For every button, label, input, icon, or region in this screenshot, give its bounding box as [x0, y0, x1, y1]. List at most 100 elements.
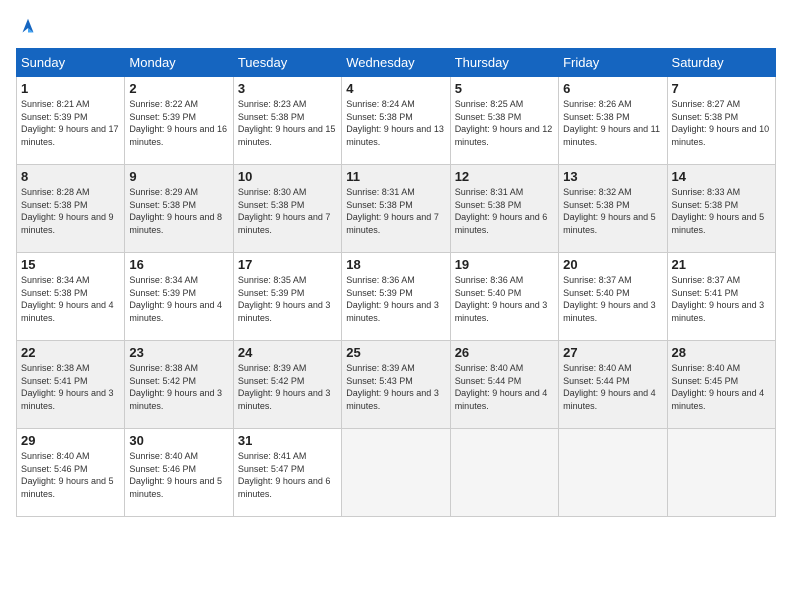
- day-info: Sunrise: 8:36 AM Sunset: 5:39 PM Dayligh…: [346, 274, 445, 324]
- calendar-cell: 27 Sunrise: 8:40 AM Sunset: 5:44 PM Dayl…: [559, 341, 667, 429]
- day-number: 15: [21, 257, 120, 272]
- day-number: 6: [563, 81, 662, 96]
- day-info: Sunrise: 8:24 AM Sunset: 5:38 PM Dayligh…: [346, 98, 445, 148]
- calendar-cell: [450, 429, 558, 517]
- day-info: Sunrise: 8:41 AM Sunset: 5:47 PM Dayligh…: [238, 450, 337, 500]
- day-number: 25: [346, 345, 445, 360]
- day-number: 5: [455, 81, 554, 96]
- day-number: 16: [129, 257, 228, 272]
- calendar-cell: 5 Sunrise: 8:25 AM Sunset: 5:38 PM Dayli…: [450, 77, 558, 165]
- calendar-cell: 20 Sunrise: 8:37 AM Sunset: 5:40 PM Dayl…: [559, 253, 667, 341]
- calendar-cell: 13 Sunrise: 8:32 AM Sunset: 5:38 PM Dayl…: [559, 165, 667, 253]
- day-number: 14: [672, 169, 771, 184]
- day-number: 19: [455, 257, 554, 272]
- page-container: SundayMondayTuesdayWednesdayThursdayFrid…: [0, 0, 792, 525]
- day-info: Sunrise: 8:23 AM Sunset: 5:38 PM Dayligh…: [238, 98, 337, 148]
- calendar-week-row: 15 Sunrise: 8:34 AM Sunset: 5:38 PM Dayl…: [17, 253, 776, 341]
- calendar-cell: 26 Sunrise: 8:40 AM Sunset: 5:44 PM Dayl…: [450, 341, 558, 429]
- calendar-cell: 1 Sunrise: 8:21 AM Sunset: 5:39 PM Dayli…: [17, 77, 125, 165]
- day-number: 8: [21, 169, 120, 184]
- calendar-cell: 24 Sunrise: 8:39 AM Sunset: 5:42 PM Dayl…: [233, 341, 341, 429]
- calendar-cell: 7 Sunrise: 8:27 AM Sunset: 5:38 PM Dayli…: [667, 77, 775, 165]
- calendar-week-row: 1 Sunrise: 8:21 AM Sunset: 5:39 PM Dayli…: [17, 77, 776, 165]
- day-info: Sunrise: 8:31 AM Sunset: 5:38 PM Dayligh…: [346, 186, 445, 236]
- day-info: Sunrise: 8:36 AM Sunset: 5:40 PM Dayligh…: [455, 274, 554, 324]
- day-info: Sunrise: 8:32 AM Sunset: 5:38 PM Dayligh…: [563, 186, 662, 236]
- day-number: 31: [238, 433, 337, 448]
- header: [16, 16, 776, 36]
- day-number: 29: [21, 433, 120, 448]
- day-info: Sunrise: 8:40 AM Sunset: 5:46 PM Dayligh…: [129, 450, 228, 500]
- day-info: Sunrise: 8:30 AM Sunset: 5:38 PM Dayligh…: [238, 186, 337, 236]
- day-info: Sunrise: 8:39 AM Sunset: 5:42 PM Dayligh…: [238, 362, 337, 412]
- day-number: 13: [563, 169, 662, 184]
- day-number: 12: [455, 169, 554, 184]
- day-number: 11: [346, 169, 445, 184]
- day-number: 10: [238, 169, 337, 184]
- calendar-cell: 14 Sunrise: 8:33 AM Sunset: 5:38 PM Dayl…: [667, 165, 775, 253]
- logo-icon: [17, 16, 39, 38]
- calendar-week-row: 8 Sunrise: 8:28 AM Sunset: 5:38 PM Dayli…: [17, 165, 776, 253]
- calendar-cell: 19 Sunrise: 8:36 AM Sunset: 5:40 PM Dayl…: [450, 253, 558, 341]
- day-number: 22: [21, 345, 120, 360]
- calendar-cell: [342, 429, 450, 517]
- calendar-cell: 17 Sunrise: 8:35 AM Sunset: 5:39 PM Dayl…: [233, 253, 341, 341]
- day-number: 30: [129, 433, 228, 448]
- logo: [16, 16, 40, 36]
- day-info: Sunrise: 8:38 AM Sunset: 5:41 PM Dayligh…: [21, 362, 120, 412]
- calendar-cell: 25 Sunrise: 8:39 AM Sunset: 5:43 PM Dayl…: [342, 341, 450, 429]
- day-number: 23: [129, 345, 228, 360]
- day-number: 3: [238, 81, 337, 96]
- day-info: Sunrise: 8:28 AM Sunset: 5:38 PM Dayligh…: [21, 186, 120, 236]
- day-info: Sunrise: 8:31 AM Sunset: 5:38 PM Dayligh…: [455, 186, 554, 236]
- day-number: 4: [346, 81, 445, 96]
- calendar-cell: 18 Sunrise: 8:36 AM Sunset: 5:39 PM Dayl…: [342, 253, 450, 341]
- calendar-week-row: 29 Sunrise: 8:40 AM Sunset: 5:46 PM Dayl…: [17, 429, 776, 517]
- calendar-cell: 28 Sunrise: 8:40 AM Sunset: 5:45 PM Dayl…: [667, 341, 775, 429]
- weekday-header-monday: Monday: [125, 49, 233, 77]
- day-number: 18: [346, 257, 445, 272]
- day-number: 27: [563, 345, 662, 360]
- calendar-cell: 22 Sunrise: 8:38 AM Sunset: 5:41 PM Dayl…: [17, 341, 125, 429]
- weekday-header-sunday: Sunday: [17, 49, 125, 77]
- day-number: 7: [672, 81, 771, 96]
- day-info: Sunrise: 8:21 AM Sunset: 5:39 PM Dayligh…: [21, 98, 120, 148]
- day-info: Sunrise: 8:29 AM Sunset: 5:38 PM Dayligh…: [129, 186, 228, 236]
- calendar-cell: 4 Sunrise: 8:24 AM Sunset: 5:38 PM Dayli…: [342, 77, 450, 165]
- day-number: 20: [563, 257, 662, 272]
- day-info: Sunrise: 8:37 AM Sunset: 5:40 PM Dayligh…: [563, 274, 662, 324]
- day-info: Sunrise: 8:40 AM Sunset: 5:44 PM Dayligh…: [563, 362, 662, 412]
- calendar-table: SundayMondayTuesdayWednesdayThursdayFrid…: [16, 48, 776, 517]
- weekday-header-friday: Friday: [559, 49, 667, 77]
- day-info: Sunrise: 8:37 AM Sunset: 5:41 PM Dayligh…: [672, 274, 771, 324]
- day-info: Sunrise: 8:22 AM Sunset: 5:39 PM Dayligh…: [129, 98, 228, 148]
- calendar-cell: 10 Sunrise: 8:30 AM Sunset: 5:38 PM Dayl…: [233, 165, 341, 253]
- day-info: Sunrise: 8:40 AM Sunset: 5:44 PM Dayligh…: [455, 362, 554, 412]
- calendar-cell: 29 Sunrise: 8:40 AM Sunset: 5:46 PM Dayl…: [17, 429, 125, 517]
- day-info: Sunrise: 8:34 AM Sunset: 5:38 PM Dayligh…: [21, 274, 120, 324]
- calendar-cell: [667, 429, 775, 517]
- day-info: Sunrise: 8:25 AM Sunset: 5:38 PM Dayligh…: [455, 98, 554, 148]
- day-info: Sunrise: 8:26 AM Sunset: 5:38 PM Dayligh…: [563, 98, 662, 148]
- day-number: 28: [672, 345, 771, 360]
- day-number: 2: [129, 81, 228, 96]
- day-info: Sunrise: 8:34 AM Sunset: 5:39 PM Dayligh…: [129, 274, 228, 324]
- day-number: 17: [238, 257, 337, 272]
- day-number: 1: [21, 81, 120, 96]
- calendar-week-row: 22 Sunrise: 8:38 AM Sunset: 5:41 PM Dayl…: [17, 341, 776, 429]
- day-number: 26: [455, 345, 554, 360]
- calendar-cell: 23 Sunrise: 8:38 AM Sunset: 5:42 PM Dayl…: [125, 341, 233, 429]
- day-info: Sunrise: 8:40 AM Sunset: 5:45 PM Dayligh…: [672, 362, 771, 412]
- day-info: Sunrise: 8:35 AM Sunset: 5:39 PM Dayligh…: [238, 274, 337, 324]
- weekday-header-wednesday: Wednesday: [342, 49, 450, 77]
- day-info: Sunrise: 8:33 AM Sunset: 5:38 PM Dayligh…: [672, 186, 771, 236]
- day-info: Sunrise: 8:27 AM Sunset: 5:38 PM Dayligh…: [672, 98, 771, 148]
- day-number: 21: [672, 257, 771, 272]
- calendar-cell: 30 Sunrise: 8:40 AM Sunset: 5:46 PM Dayl…: [125, 429, 233, 517]
- calendar-cell: 6 Sunrise: 8:26 AM Sunset: 5:38 PM Dayli…: [559, 77, 667, 165]
- calendar-cell: 15 Sunrise: 8:34 AM Sunset: 5:38 PM Dayl…: [17, 253, 125, 341]
- day-info: Sunrise: 8:40 AM Sunset: 5:46 PM Dayligh…: [21, 450, 120, 500]
- calendar-cell: 21 Sunrise: 8:37 AM Sunset: 5:41 PM Dayl…: [667, 253, 775, 341]
- calendar-cell: 8 Sunrise: 8:28 AM Sunset: 5:38 PM Dayli…: [17, 165, 125, 253]
- calendar-cell: 2 Sunrise: 8:22 AM Sunset: 5:39 PM Dayli…: [125, 77, 233, 165]
